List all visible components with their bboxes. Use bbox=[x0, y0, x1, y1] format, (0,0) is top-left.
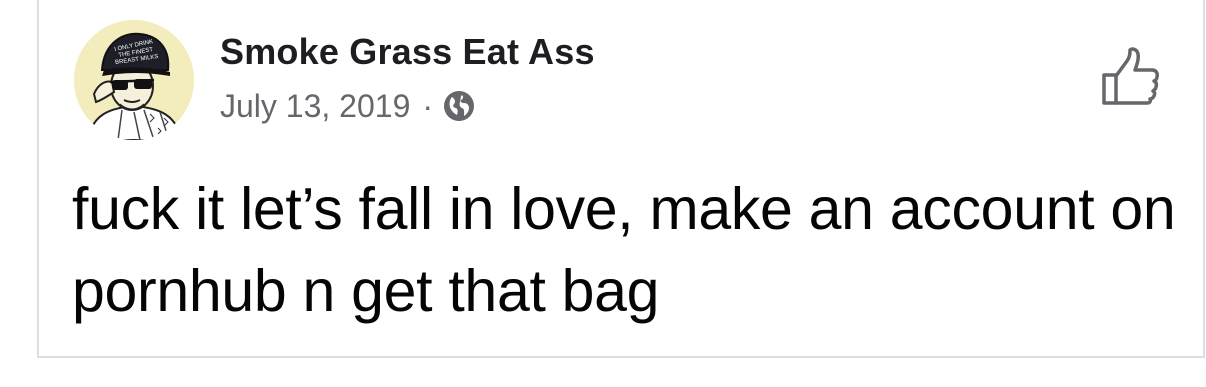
globe-icon bbox=[443, 90, 475, 122]
avatar[interactable]: I ONLY DRINK THE FINEST BREAST MILKS bbox=[74, 20, 194, 140]
thumbs-up-icon[interactable] bbox=[1099, 45, 1161, 107]
post-meta: July 13, 2019 · bbox=[220, 86, 475, 126]
meta-separator: · bbox=[422, 87, 434, 124]
author-name[interactable]: Smoke Grass Eat Ass bbox=[220, 31, 595, 73]
post-card: I ONLY DRINK THE FINEST BREAST MILKS Smo… bbox=[37, 0, 1205, 358]
post-text: fuck it let’s fall in love, make an acco… bbox=[72, 176, 1176, 324]
post-date[interactable]: July 13, 2019 bbox=[220, 88, 410, 125]
avatar-illustration: I ONLY DRINK THE FINEST BREAST MILKS bbox=[74, 20, 194, 140]
